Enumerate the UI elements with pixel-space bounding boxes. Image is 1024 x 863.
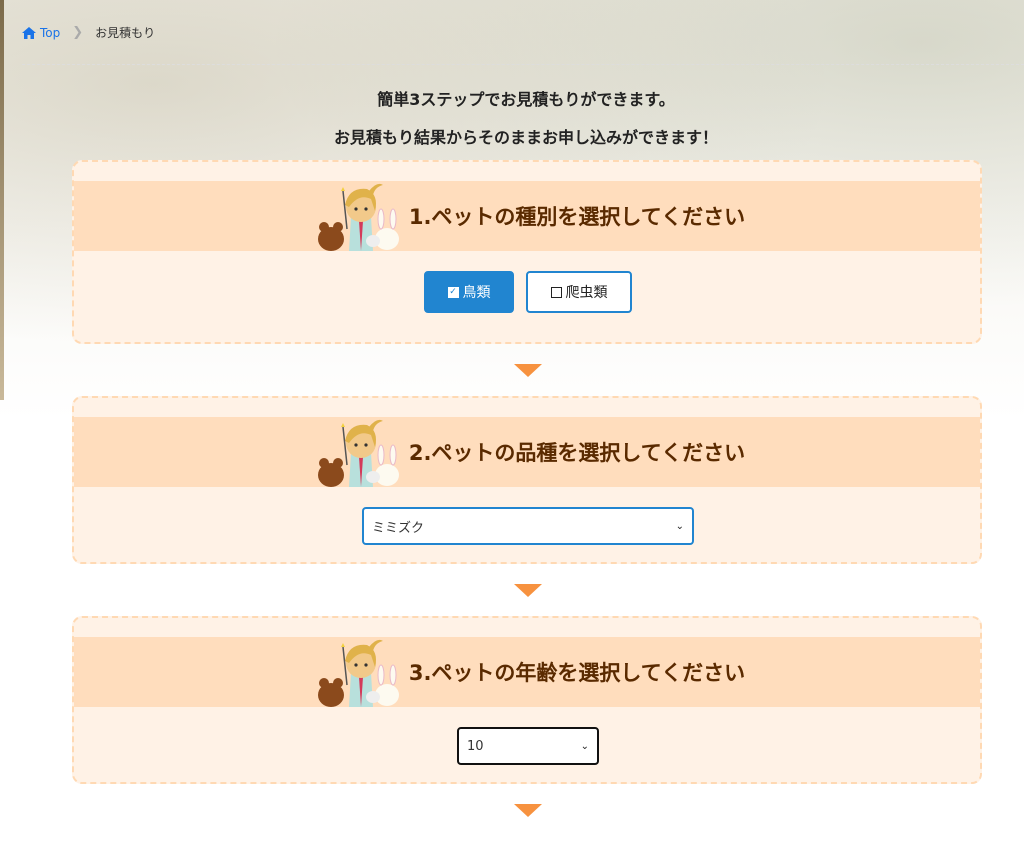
home-icon [22,26,36,39]
arrow-down-icon [514,364,542,377]
checkbox-empty-icon [550,286,562,298]
intro-line-2: お見積もり結果からそのままお申し込みができます！ [333,128,718,147]
pet-type-bird-button[interactable]: ✓ 鳥類 [424,271,514,313]
step-2-panel: 2.ペットの品種を選択してください ミミズク ⌄ [72,396,982,564]
step-3-title: 3.ペットの年齢を選択してください [408,661,746,685]
pet-type-bird-label: 鳥類 [462,285,491,301]
step-2-title: 2.ペットの品種を選択してください [408,441,746,465]
chevron-down-icon: ⌄ [675,520,684,532]
mascot-illustration [317,639,399,707]
chevron-right-icon: ❯ [72,25,84,40]
breadcrumb-home-label: Top [40,25,61,40]
step-3-header: 3.ペットの年齢を選択してください [74,637,980,707]
chevron-down-icon: ⌄ [580,740,589,752]
background-edge [0,0,4,400]
pet-age-select[interactable]: 10 ⌄ [457,727,599,765]
breadcrumb: Top ❯ お見積もり [22,24,155,41]
breadcrumb-current: お見積もり [95,26,156,40]
arrow-down-icon [514,804,542,817]
mascot-illustration [317,419,399,487]
divider [22,64,1024,65]
step-1-panel: 1.ペットの種別を選択してください ✓ 鳥類 爬虫類 [72,160,982,344]
breadcrumb-home-link[interactable]: Top [22,26,60,40]
pet-breed-select[interactable]: ミミズク ⌄ [362,507,694,545]
step-3-panel: 3.ペットの年齢を選択してください 10 ⌄ [72,616,982,784]
pet-type-reptile-label: 爬虫類 [565,285,608,301]
arrow-down-icon [514,584,542,597]
step-2-header: 2.ペットの品種を選択してください [74,417,980,487]
pet-age-value: 10 [467,738,484,754]
step-1-title: 1.ペットの種別を選択してください [408,205,746,229]
intro-line-1: 簡単3ステップでお見積もりができます。 [377,90,675,109]
checkbox-checked-icon: ✓ [447,286,459,298]
mascot-illustration [317,183,399,251]
step-1-header: 1.ペットの種別を選択してください [74,181,980,251]
pet-type-reptile-button[interactable]: 爬虫類 [526,271,632,313]
pet-breed-value: ミミズク [372,520,425,536]
